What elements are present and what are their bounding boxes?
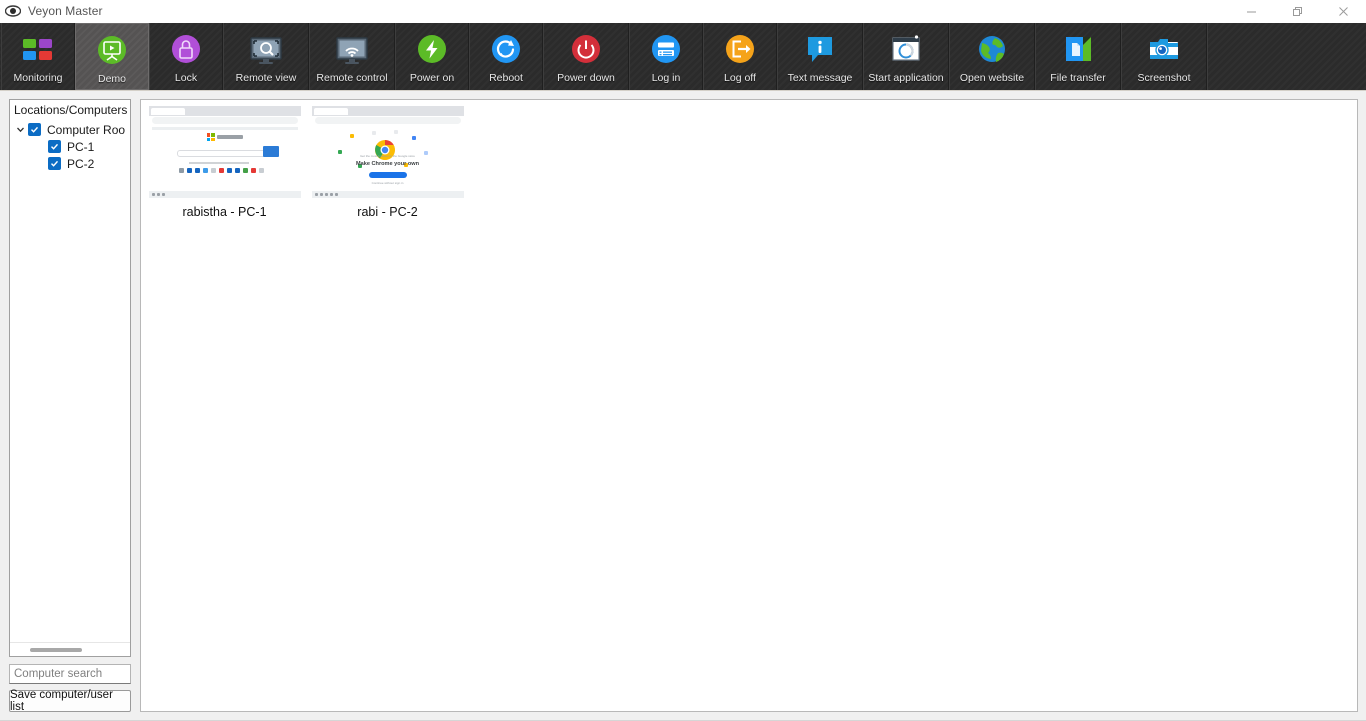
toolbar-button-demo[interactable]: Demo xyxy=(75,23,149,90)
remote-view-icon xyxy=(250,37,282,64)
save-computer-user-list-button[interactable]: Save computer/user list xyxy=(9,689,131,713)
locations-computers-tree[interactable]: Locations/Computers Computer Roo PC-1 PC… xyxy=(9,99,131,657)
toolbar-button-start-application[interactable]: Start application xyxy=(863,23,949,90)
computer-monitoring-area: rabistha - PC-1 Get the most browser in … xyxy=(140,99,1358,712)
toolbar-button-log-off[interactable]: Log off xyxy=(703,23,777,90)
toolbar-empty-space xyxy=(1207,23,1366,90)
tree-header: Locations/Computers xyxy=(14,103,128,117)
toolbar-label: Log in xyxy=(651,72,681,84)
monitoring-icon xyxy=(23,39,52,60)
toolbar-button-remote-view[interactable]: Remote view xyxy=(223,23,309,90)
minimize-icon[interactable] xyxy=(1228,0,1274,23)
computer-thumbnail-pc-2[interactable]: Get the most browser in the Google store… xyxy=(310,106,465,219)
toolbar-button-text-message[interactable]: Text message xyxy=(777,23,863,90)
reboot-icon xyxy=(492,35,520,63)
computer-label: rabistha - PC-1 xyxy=(182,205,267,219)
toolbar-button-log-in[interactable]: Log in xyxy=(629,23,703,90)
tree-item-label: PC-2 xyxy=(67,156,95,171)
power-on-icon xyxy=(418,35,446,63)
toolbar-label: Monitoring xyxy=(13,72,63,84)
toolbar-label: Open website xyxy=(959,72,1025,84)
toolbar-label: Power down xyxy=(557,72,615,84)
open-website-icon xyxy=(979,36,1005,62)
checkbox-checked[interactable] xyxy=(48,140,61,153)
computer-search-input[interactable]: Computer search xyxy=(9,664,131,684)
tree-item-label: Computer Roo xyxy=(47,122,126,137)
toolbar-label: Text message xyxy=(787,72,853,84)
start-application-icon xyxy=(892,35,920,61)
toolbar-label: Lock xyxy=(174,72,198,84)
screenshot-icon xyxy=(1150,39,1178,59)
computer-screen-preview[interactable]: Get the most browser in the Google store… xyxy=(311,106,464,198)
main-toolbar: Monitoring Demo Lock Remote view Remote … xyxy=(0,23,1366,91)
window-controls xyxy=(1228,0,1366,23)
toolbar-button-file-transfer[interactable]: File transfer xyxy=(1035,23,1121,90)
tree-item-label: PC-1 xyxy=(67,139,95,154)
demo-icon xyxy=(98,36,126,64)
checkbox-checked[interactable] xyxy=(28,123,41,136)
tree-item-pc-1[interactable]: PC-1 xyxy=(10,138,130,155)
toolbar-label: Demo xyxy=(97,73,126,85)
tree-item-pc-2[interactable]: PC-2 xyxy=(10,155,130,172)
toolbar-label: File transfer xyxy=(1050,72,1106,84)
computer-thumbnail-pc-1[interactable]: rabistha - PC-1 xyxy=(147,106,302,219)
toolbar-label: Power on xyxy=(409,72,455,84)
toolbar-label: Start application xyxy=(868,72,944,84)
toolbar-label: Remote control xyxy=(316,72,388,84)
log-off-icon xyxy=(726,35,754,63)
tree-item-computer-room[interactable]: Computer Roo xyxy=(10,121,130,138)
toolbar-button-reboot[interactable]: Reboot xyxy=(469,23,543,90)
file-transfer-icon xyxy=(1066,37,1091,61)
toolbar-button-remote-control[interactable]: Remote control xyxy=(309,23,395,90)
chevron-down-icon[interactable] xyxy=(12,125,28,134)
toolbar-button-power-on[interactable]: Power on xyxy=(395,23,469,90)
veyon-eye-icon xyxy=(5,5,21,17)
power-down-icon xyxy=(572,35,600,63)
sidebar: Locations/Computers Computer Roo PC-1 PC… xyxy=(0,91,140,720)
title-bar: Veyon Master xyxy=(0,0,1366,23)
tree-horizontal-scrollbar[interactable] xyxy=(10,642,130,656)
toolbar-button-open-website[interactable]: Open website xyxy=(949,23,1035,90)
remote-control-icon xyxy=(336,37,368,64)
chrome-welcome-page: Get the most browser in the Google store… xyxy=(311,106,464,198)
toolbar-label: Screenshot xyxy=(1137,72,1191,84)
checkbox-checked[interactable] xyxy=(48,157,61,170)
toolbar-label: Log off xyxy=(724,72,756,84)
microsoft-start-page xyxy=(148,106,301,198)
toolbar-button-lock[interactable]: Lock xyxy=(149,23,223,90)
toolbar-label: Remote view xyxy=(235,72,297,84)
window-title: Veyon Master xyxy=(28,4,103,18)
toolbar-button-power-down[interactable]: Power down xyxy=(543,23,629,90)
restore-icon[interactable] xyxy=(1274,0,1320,23)
body-area: Locations/Computers Computer Roo PC-1 PC… xyxy=(0,91,1366,720)
toolbar-button-screenshot[interactable]: Screenshot xyxy=(1121,23,1207,90)
computer-screen-preview[interactable] xyxy=(148,106,301,198)
lock-icon xyxy=(172,35,200,63)
text-message-icon xyxy=(808,37,832,62)
toolbar-label: Reboot xyxy=(489,72,523,84)
close-icon[interactable] xyxy=(1320,0,1366,23)
log-in-icon xyxy=(652,35,680,63)
chrome-heading: Make Chrome your own xyxy=(355,161,420,167)
computer-label: rabi - PC-2 xyxy=(357,205,418,219)
toolbar-button-monitoring[interactable]: Monitoring xyxy=(1,23,75,90)
